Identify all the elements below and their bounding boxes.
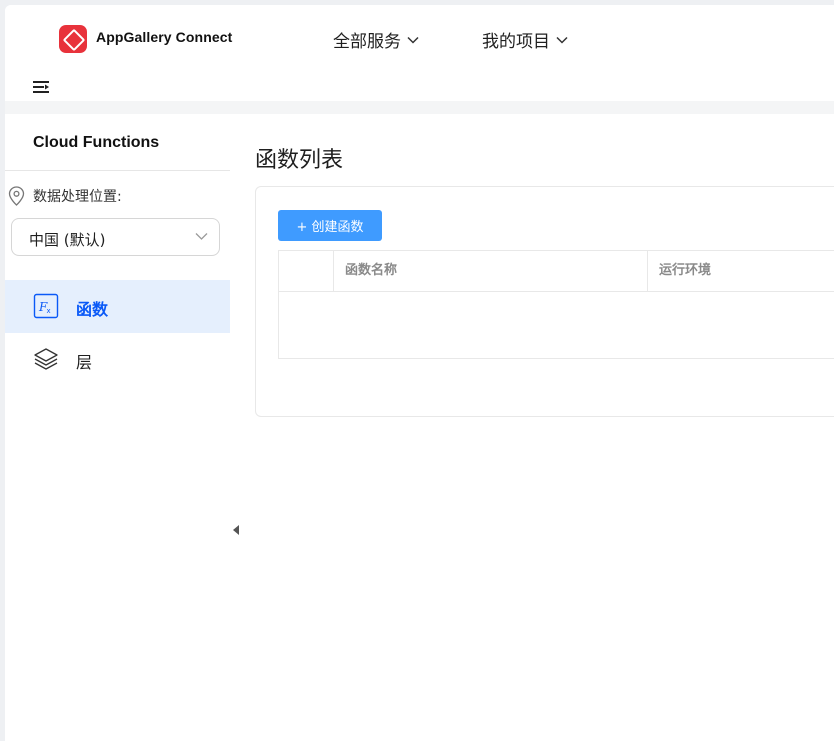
nav-all-services-label: 全部服务 [333, 32, 401, 52]
region-select[interactable]: 中国 (默认) [11, 218, 220, 256]
menu-toggle-icon[interactable] [33, 81, 49, 93]
sidebar-item-label: 函数 [76, 300, 109, 319]
nav-my-projects[interactable]: 我的项目 [482, 27, 568, 52]
nav-all-services[interactable]: 全部服务 [333, 27, 419, 52]
page-title: 函数列表 [255, 148, 344, 173]
top-header: AppGallery Connect 全部服务 我的项目 [5, 5, 834, 74]
location-label: 数据处理位置: [33, 189, 122, 205]
brand-name[interactable]: AppGallery Connect [96, 29, 232, 45]
layers-icon [34, 348, 58, 370]
app-window: AppGallery Connect 全部服务 我的项目 Cloud Funct… [5, 5, 834, 741]
function-list-card: + 创建函数 函数名称 运行环境 [255, 186, 834, 417]
chevron-down-icon [407, 36, 419, 44]
region-select-value: 中国 (默认) [29, 231, 106, 249]
sidebar: Cloud Functions 数据处理位置: 中国 (默认) F x 函数 层 [5, 114, 230, 741]
sidebar-item-label: 层 [76, 353, 93, 372]
column-header-select [279, 251, 333, 291]
appgallery-logo-icon[interactable] [59, 25, 87, 53]
function-fx-icon: F x [33, 293, 59, 319]
sidebar-divider [5, 170, 230, 171]
sidebar-collapse-icon[interactable] [233, 525, 239, 535]
nav-my-projects-label: 我的项目 [482, 32, 550, 52]
divider-band [5, 101, 834, 114]
function-table: 函数名称 运行环境 [278, 250, 834, 359]
sidebar-item-functions[interactable]: F x 函数 [5, 280, 230, 333]
location-pin-icon [8, 186, 25, 206]
table-header: 函数名称 运行环境 [279, 251, 834, 292]
svg-text:x: x [47, 307, 51, 315]
sidebar-item-layers[interactable]: 层 [5, 333, 230, 386]
column-header-function-name[interactable]: 函数名称 [333, 251, 647, 291]
chevron-down-icon [195, 233, 208, 240]
column-header-runtime[interactable]: 运行环境 [647, 251, 834, 291]
location-row: 数据处理位置: [8, 186, 122, 206]
sidebar-title: Cloud Functions [33, 134, 160, 151]
chevron-down-icon [556, 36, 568, 44]
create-function-button[interactable]: + 创建函数 [278, 210, 382, 241]
sub-toolbar [5, 73, 834, 101]
